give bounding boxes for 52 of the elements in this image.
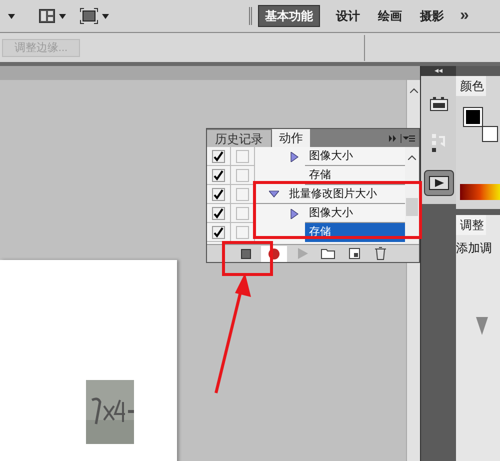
collapsed-triangle-icon[interactable] bbox=[289, 152, 299, 162]
collapsed-triangle-icon[interactable] bbox=[289, 208, 299, 218]
triangle-icon[interactable] bbox=[476, 317, 488, 335]
play-icon bbox=[296, 248, 308, 259]
panel-tab[interactable]: 历史记录 bbox=[207, 130, 272, 147]
scroll-thumb[interactable] bbox=[406, 198, 418, 216]
expanded-triangle-icon[interactable] bbox=[269, 189, 279, 199]
workspace-tab[interactable]: 设计 bbox=[334, 5, 362, 27]
panel-tab[interactable]: 调整 bbox=[456, 215, 486, 235]
checkbox[interactable] bbox=[212, 226, 225, 238]
scroll-up-icon[interactable] bbox=[410, 88, 418, 93]
action-row-label[interactable]: 图像大小 bbox=[305, 147, 405, 166]
dialog-toggle[interactable] bbox=[236, 188, 249, 200]
collapse-dock-icon[interactable]: ◂◂ bbox=[421, 66, 456, 76]
caret-icon bbox=[59, 14, 66, 18]
caret-icon bbox=[102, 14, 109, 18]
action-row-label[interactable]: 图像大小 bbox=[305, 204, 405, 223]
action-row-label[interactable]: 存储 bbox=[305, 166, 405, 185]
color-ramp[interactable] bbox=[460, 184, 500, 200]
play-icon bbox=[428, 176, 448, 190]
checkbox[interactable] bbox=[212, 188, 225, 200]
panel-tab[interactable]: 颜色 bbox=[456, 76, 486, 96]
dialog-toggle[interactable] bbox=[236, 206, 249, 220]
panel-scrollbar[interactable] bbox=[405, 147, 419, 244]
stop-icon bbox=[241, 248, 251, 258]
panel-menu-icon[interactable] bbox=[389, 134, 415, 143]
plugin-icon bbox=[430, 96, 448, 110]
checkbox[interactable] bbox=[212, 150, 225, 162]
layout-icon[interactable] bbox=[39, 9, 55, 23]
highlight-frame bbox=[222, 241, 273, 276]
background-swatch[interactable] bbox=[482, 126, 498, 142]
action-row-label[interactable]: 批量修改图片大小 bbox=[285, 184, 405, 204]
checkbox[interactable] bbox=[212, 206, 225, 220]
actions-panel-button[interactable] bbox=[424, 170, 454, 196]
workspace-tab[interactable]: 摄影 bbox=[418, 5, 446, 27]
folder-icon bbox=[321, 248, 335, 259]
new-item-icon bbox=[348, 248, 360, 259]
foreground-swatch[interactable] bbox=[464, 108, 482, 126]
adjustments-label: 添加调 bbox=[456, 240, 493, 257]
dialog-toggle[interactable] bbox=[236, 226, 249, 238]
panel-tab[interactable]: 动作 bbox=[272, 129, 310, 147]
checkbox[interactable] bbox=[212, 168, 225, 182]
dialog-toggle[interactable] bbox=[236, 168, 249, 182]
screen-mode-icon[interactable] bbox=[80, 8, 98, 24]
record-icon bbox=[268, 248, 280, 260]
workspace-tab[interactable]: 绘画 bbox=[376, 5, 404, 27]
history-icon bbox=[430, 133, 446, 153]
scroll-up-icon[interactable] bbox=[408, 155, 416, 160]
more-workspaces-icon[interactable]: » bbox=[460, 8, 469, 24]
dropdown-caret-icon bbox=[8, 14, 15, 18]
workspace-tab[interactable]: 基本功能 bbox=[258, 5, 320, 27]
dialog-toggle[interactable] bbox=[236, 150, 249, 162]
